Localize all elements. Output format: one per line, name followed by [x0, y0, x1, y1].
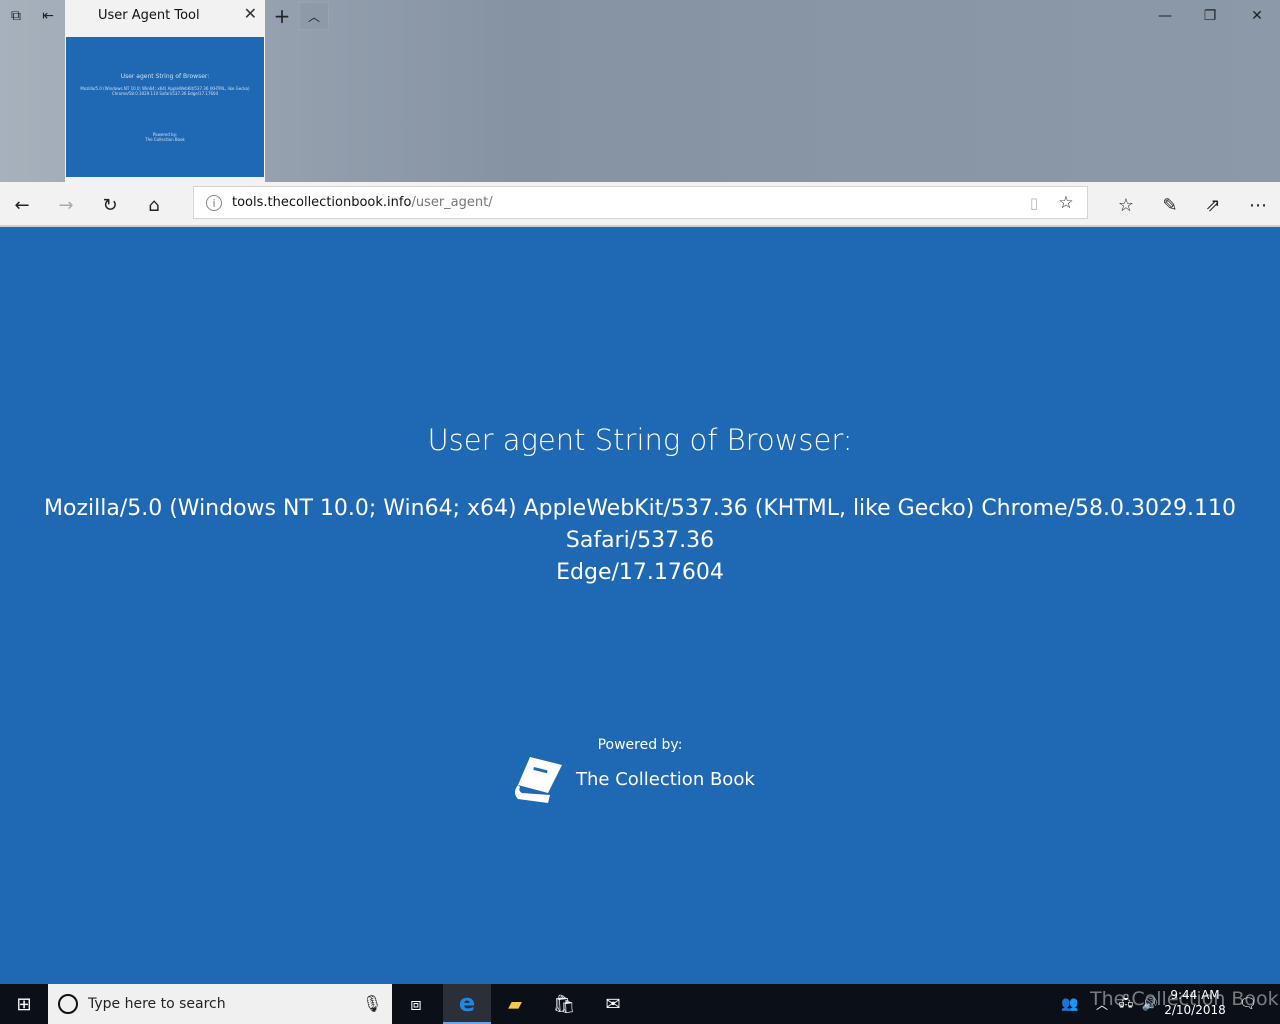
thumbnail-text: Mozilla/5.0 (Windows NT 10.0; Win64; x64…	[80, 86, 250, 96]
more-icon[interactable]: ⋯	[1245, 192, 1271, 218]
network-icon[interactable]: 🖧	[1114, 984, 1138, 1024]
store-icon[interactable]: 🛍	[540, 984, 588, 1024]
back-icon[interactable]: ←	[9, 192, 35, 218]
windows-start-icon[interactable]: ⊞	[0, 984, 48, 1024]
user-agent-string: Mozilla/5.0 (Windows NT 10.0; Win64; x64…	[20, 493, 1260, 589]
tabs-aside-icon[interactable]: ⧉	[6, 6, 26, 26]
info-icon[interactable]: i	[206, 195, 222, 211]
thumbnail-heading: User agent String of Browser:	[120, 73, 210, 80]
tab-preview-thumbnail[interactable]: User agent String of Browser: Mozilla/5.…	[66, 37, 264, 177]
url-host: tools.thecollectionbook.info	[232, 195, 412, 210]
brand-name: The Collection Book	[576, 768, 755, 790]
url-text[interactable]: tools.thecollectionbook.info/user_agent/	[232, 195, 493, 210]
favorites-icon[interactable]: ☆	[1113, 192, 1139, 218]
user-agent-line-2: Edge/17.17604	[556, 560, 724, 585]
reading-view-icon[interactable]: ▯	[1024, 193, 1044, 213]
tab-user-agent-tool[interactable]: User Agent Tool ✕ User agent String of B…	[65, 0, 265, 182]
brand-link[interactable]: The Collection Book	[512, 755, 755, 803]
home-icon[interactable]: ⌂	[141, 192, 167, 218]
address-bar[interactable]: i tools.thecollectionbook.info/user_agen…	[193, 186, 1088, 219]
task-view-icon[interactable]: ⧈	[392, 984, 440, 1024]
restore-tabs-icon[interactable]: ⇤	[38, 6, 58, 26]
search-box[interactable]: Type here to search 🎙	[48, 984, 392, 1024]
forward-icon[interactable]: →	[53, 192, 79, 218]
url-path: /user_agent/	[411, 195, 493, 210]
close-window-icon[interactable]: ✕	[1237, 4, 1277, 28]
search-placeholder: Type here to search	[88, 996, 226, 1012]
tab-title: User Agent Tool	[98, 8, 200, 23]
book-icon	[515, 757, 562, 803]
star-icon[interactable]: ☆	[1056, 193, 1076, 213]
edge-icon[interactable]: e	[443, 984, 491, 1024]
file-explorer-icon[interactable]: ▰	[491, 984, 539, 1024]
taskbar: ⊞ Type here to search 🎙 ⧈ e ▰ 🛍 ✉ The Co…	[0, 984, 1280, 1024]
pen-icon[interactable]: ✎	[1157, 192, 1183, 218]
plus-icon[interactable]: +	[272, 4, 292, 28]
chevron-up-icon[interactable]: ︿	[299, 2, 329, 30]
close-icon[interactable]: ✕	[244, 4, 257, 23]
refresh-icon[interactable]: ↻	[97, 192, 123, 218]
maximize-icon[interactable]: ❐	[1190, 4, 1230, 28]
action-center-icon[interactable]: 🗨	[1234, 984, 1262, 1024]
navigation-bar: ← → ↻ ⌂ i tools.thecollectionbook.info/u…	[0, 182, 1280, 227]
minimize-icon[interactable]: —	[1145, 4, 1185, 28]
clock[interactable]: 9:44 AM 2/10/2018	[1160, 988, 1230, 1018]
microphone-icon[interactable]: 🎙	[362, 994, 382, 1013]
cortana-icon	[58, 994, 78, 1014]
powered-by-label: Powered by:	[597, 737, 683, 753]
volume-icon[interactable]: 🔊	[1138, 984, 1162, 1024]
people-icon[interactable]: 👥	[1055, 984, 1085, 1024]
share-icon[interactable]: ⇗	[1200, 192, 1226, 218]
time: 9:44 AM	[1170, 988, 1220, 1002]
thumbnail-brand: The Collection Book	[145, 137, 185, 142]
mail-icon[interactable]: ✉	[589, 984, 637, 1024]
date: 2/10/2018	[1164, 1003, 1226, 1017]
page-title: User agent String of Browser:	[427, 423, 853, 457]
title-bar: ⧉ ⇤ User Agent Tool ✕ User agent String …	[0, 0, 1280, 182]
page-content: User agent String of Browser: Mozilla/5.…	[0, 227, 1280, 984]
chevron-up-tray-icon[interactable]: ︿	[1090, 984, 1114, 1024]
user-agent-line-1: Mozilla/5.0 (Windows NT 10.0; Win64; x64…	[44, 496, 1236, 553]
